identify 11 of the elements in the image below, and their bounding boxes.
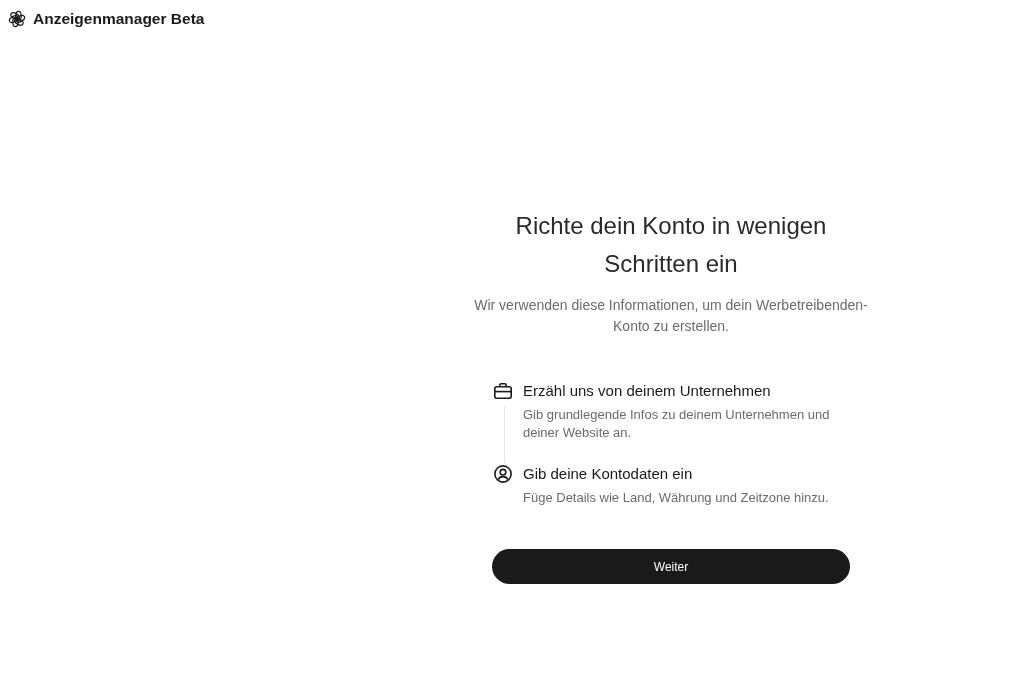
step-description: Gib grundlegende Infos zu deinem Unternehmen und deiner Website an. [523,406,831,442]
step-title: Erzähl uns von deinem Unternehmen [523,381,772,401]
user-circle-icon [494,465,512,483]
setup-heading: Richte dein Konto in wenigen Schritten ein [514,211,828,279]
step-title: Gib deine Kontodaten ein [523,464,694,484]
logo-icon [8,10,26,28]
setup-description: Wir verwenden diese Informationen, um dein Werbetreibenden-Konto zu erstellen. [473,296,869,336]
briefcase-icon [494,382,512,400]
continue-button[interactable]: Weiter [492,549,850,584]
step-description: Füge Details wie Land, Währung und Zeitzone hinzu. [523,489,830,507]
app-title: Anzeigenmanager Beta [33,10,205,28]
